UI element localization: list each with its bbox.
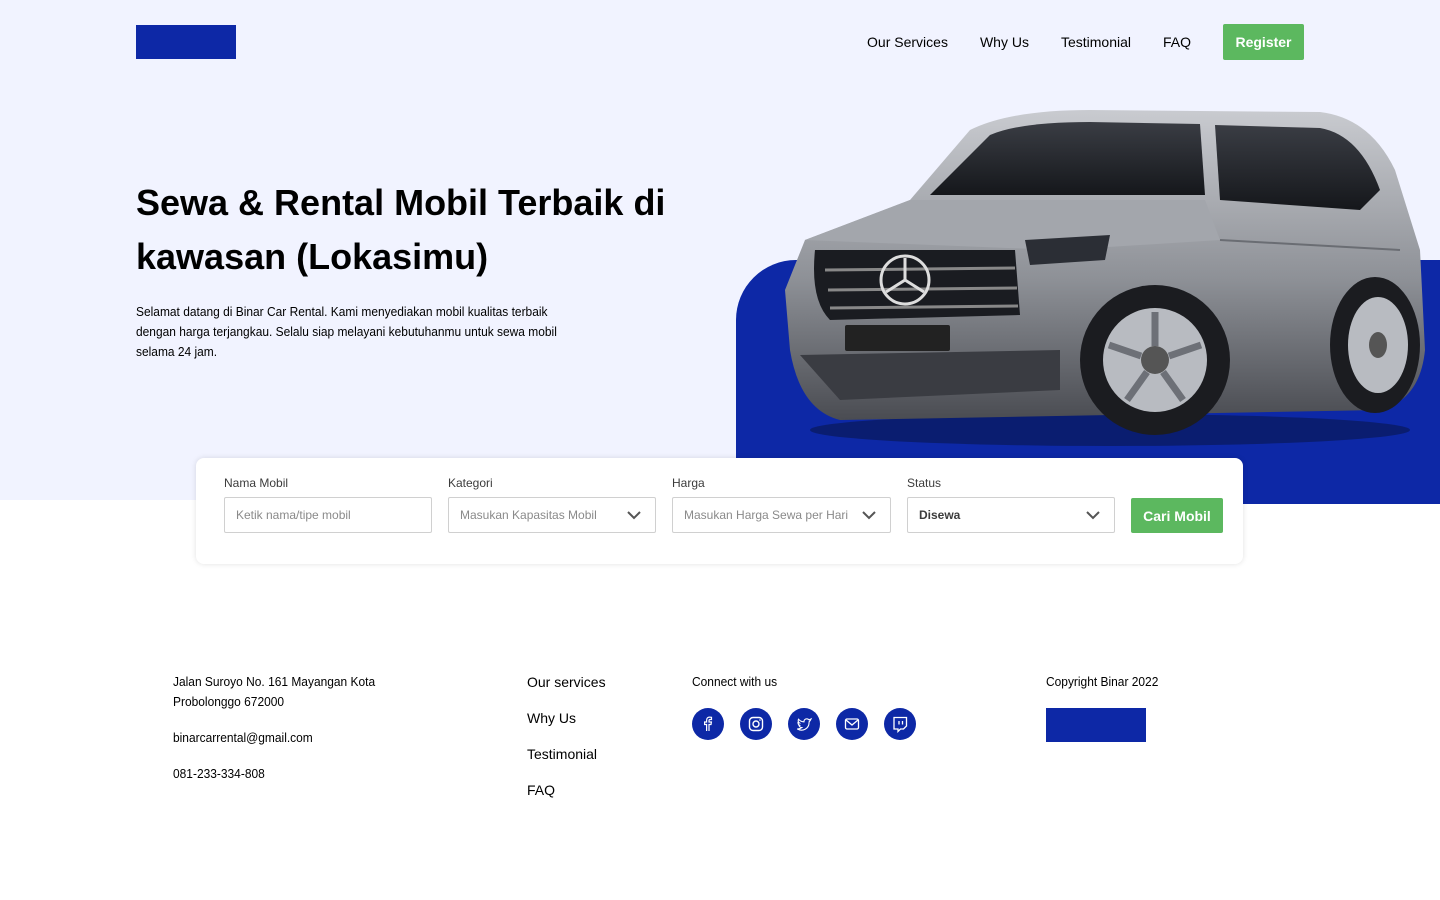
instagram-icon[interactable]: [740, 708, 772, 740]
footer-link-our-services[interactable]: Our services: [527, 672, 606, 708]
footer-contact: Jalan Suroyo No. 161 Mayangan Kota Probo…: [173, 672, 440, 800]
status-value: Disewa: [919, 508, 961, 522]
status-label: Status: [907, 476, 942, 490]
chevron-down-icon: [1086, 511, 1100, 520]
footer-link-why-us[interactable]: Why Us: [527, 708, 606, 744]
footer-link-testimonial[interactable]: Testimonial: [527, 744, 606, 780]
nav-link-why-us[interactable]: Why Us: [980, 34, 1029, 50]
car-image: [785, 110, 1425, 446]
search-panel: Nama Mobil Ketik nama/tipe mobil Kategor…: [196, 458, 1243, 564]
nama-mobil-label: Nama Mobil: [224, 476, 289, 490]
footer-copyright: Copyright Binar 2022: [1046, 672, 1168, 742]
mail-icon[interactable]: [836, 708, 868, 740]
kategori-value: Masukan Kapasitas Mobil: [460, 508, 597, 522]
kategori-select[interactable]: Masukan Kapasitas Mobil: [448, 497, 656, 533]
footer-logo[interactable]: [1046, 708, 1146, 742]
harga-value: Masukan Harga Sewa per Hari: [684, 508, 849, 522]
footer-email: binarcarrental@gmail.com: [173, 730, 313, 745]
footer-address: Jalan Suroyo No. 161 Mayangan Kota Probo…: [173, 674, 376, 709]
hero-title: Sewa & Rental Mobil Terbaik di kawasan (…: [136, 182, 666, 277]
nav-link-our-services[interactable]: Our Services: [867, 34, 948, 50]
footer-phone: 081-233-334-808: [173, 766, 265, 781]
copyright-text: Copyright Binar 2022: [1046, 674, 1159, 689]
nav-link-faq[interactable]: FAQ: [1163, 34, 1191, 50]
register-button[interactable]: Register: [1223, 24, 1304, 60]
nama-mobil-field: Nama Mobil Ketik nama/tipe mobil: [224, 476, 432, 533]
facebook-icon[interactable]: [692, 708, 724, 740]
harga-label: Harga: [672, 476, 705, 490]
connect-title: Connect with us: [692, 674, 778, 689]
logo[interactable]: [136, 25, 236, 59]
nav-link-testimonial[interactable]: Testimonial: [1061, 34, 1131, 50]
footer-link-faq[interactable]: FAQ: [527, 780, 606, 816]
harga-select[interactable]: Masukan Harga Sewa per Hari: [672, 497, 891, 533]
chevron-down-icon: [862, 511, 876, 520]
status-field: Status Disewa: [907, 476, 1115, 533]
twitch-icon[interactable]: [884, 708, 916, 740]
chevron-down-icon: [627, 511, 641, 520]
status-select[interactable]: Disewa: [907, 497, 1115, 533]
footer-connect: Connect with us: [692, 672, 932, 740]
social-icons: [692, 708, 932, 740]
footer-links: Our services Why Us Testimonial FAQ: [527, 672, 606, 816]
kategori-label: Kategori: [448, 476, 493, 490]
kategori-field: Kategori Masukan Kapasitas Mobil: [448, 476, 656, 533]
nama-mobil-input[interactable]: Ketik nama/tipe mobil: [224, 497, 432, 533]
hero-description: Selamat datang di Binar Car Rental. Kami…: [136, 304, 557, 359]
twitter-icon[interactable]: [788, 708, 820, 740]
cari-mobil-button[interactable]: Cari Mobil: [1131, 498, 1223, 533]
harga-field: Harga Masukan Harga Sewa per Hari: [672, 476, 891, 533]
top-nav: Our Services Why Us Testimonial FAQ Regi…: [867, 24, 1304, 60]
